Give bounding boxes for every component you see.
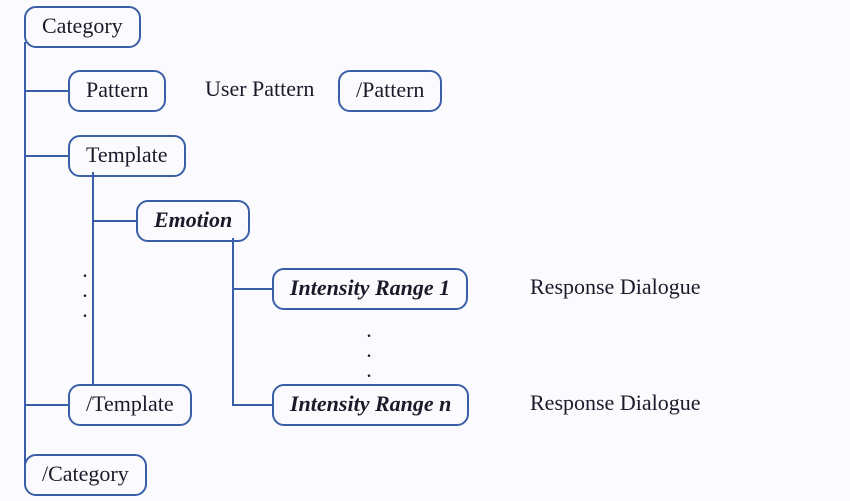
ellipsis-text: . . . (366, 317, 372, 382)
label-text: Response Dialogue (530, 274, 700, 299)
trunk-root (24, 42, 26, 474)
node-label: Intensity Range n (290, 391, 451, 416)
label-user-pattern: User Pattern (205, 76, 314, 102)
label-response-1: Response Dialogue (530, 274, 700, 300)
branch-to-template (24, 155, 68, 157)
node-template-open: Template (68, 135, 186, 177)
label-response-n: Response Dialogue (530, 390, 700, 416)
node-label: /Pattern (356, 77, 424, 102)
branch-to-intensity-n (232, 404, 272, 406)
branch-to-pattern (24, 90, 68, 92)
label-text: Response Dialogue (530, 390, 700, 415)
branch-to-intensity-1 (232, 288, 272, 290)
node-pattern-open: Pattern (68, 70, 166, 112)
label-text: User Pattern (205, 76, 314, 101)
node-label: Intensity Range 1 (290, 275, 450, 300)
node-label: /Template (86, 391, 174, 416)
trunk-template (92, 172, 94, 404)
node-emotion: Emotion (136, 200, 250, 242)
node-label: Emotion (154, 207, 232, 232)
node-category-open: Category (24, 6, 141, 48)
branch-to-template-close (24, 404, 68, 406)
node-intensity-n: Intensity Range n (272, 384, 469, 426)
node-label: Template (86, 142, 168, 167)
node-label: /Category (42, 461, 129, 486)
ellipsis-intensity: . . . (364, 320, 374, 379)
ellipsis-text: . . . (82, 257, 88, 322)
node-label: Category (42, 13, 123, 38)
trunk-emotion (232, 238, 234, 406)
node-category-close: /Category (24, 454, 147, 496)
branch-to-emotion (92, 220, 136, 222)
node-template-close: /Template (68, 384, 192, 426)
node-label: Pattern (86, 77, 148, 102)
ellipsis-left: . . . (80, 260, 90, 319)
node-pattern-close: /Pattern (338, 70, 442, 112)
node-intensity-1: Intensity Range 1 (272, 268, 468, 310)
